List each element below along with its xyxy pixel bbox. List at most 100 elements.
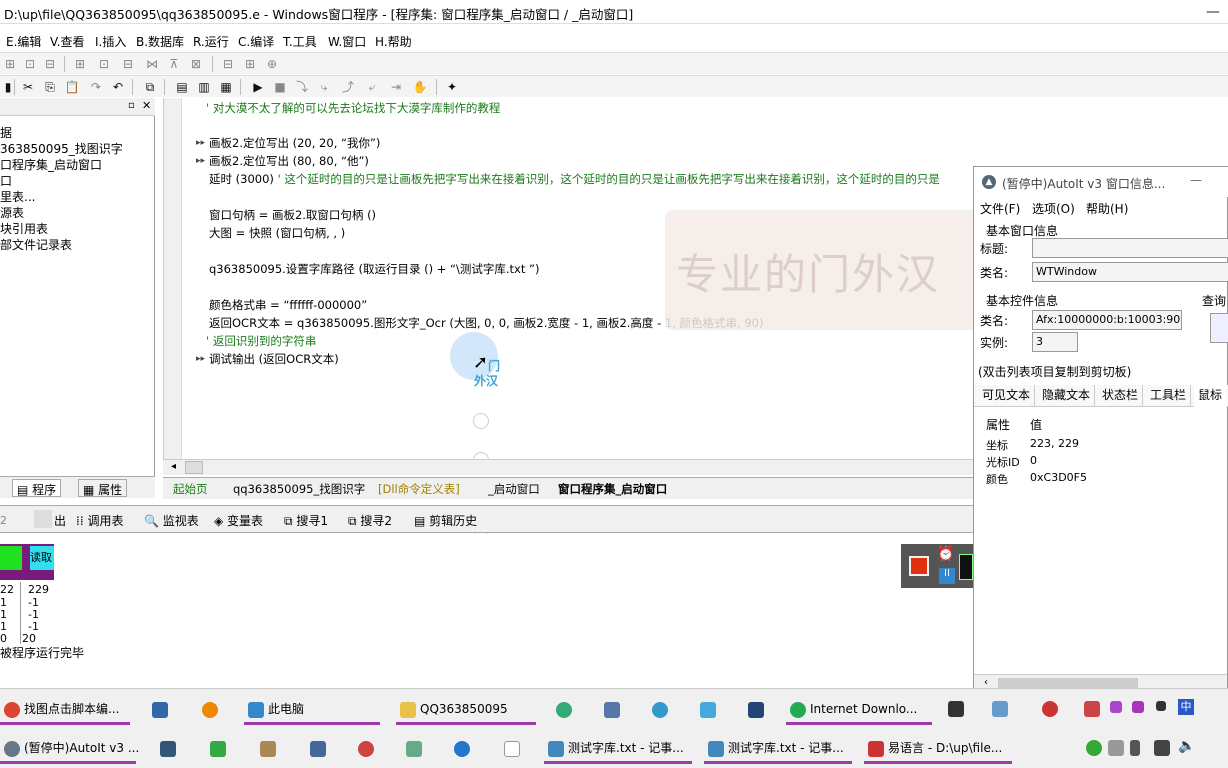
paste-icon[interactable]: 📋 (64, 79, 80, 95)
tab-start-page[interactable]: 起始页 (173, 481, 208, 497)
step-icon[interactable]: ⤵ (294, 79, 310, 95)
tray-app-icon[interactable] (1132, 701, 1144, 713)
layout-2-icon[interactable]: ▥ (196, 79, 212, 95)
scroll-left-icon[interactable]: ◂ (171, 461, 176, 472)
prop-key[interactable]: 坐标 (986, 437, 1008, 453)
expand-arrow-icon[interactable]: ▸▸ (196, 138, 205, 148)
tab-statusbar[interactable]: 状态栏 (1098, 385, 1144, 407)
menu-edit[interactable]: E.编辑 (6, 33, 41, 50)
tab-startup-window[interactable]: _启动窗口 (488, 481, 540, 497)
run-icon[interactable]: ▶ (250, 79, 266, 95)
tab-program-set[interactable]: 窗口程序集_启动窗口 (558, 481, 667, 497)
align-top-icon[interactable]: ⊞ (72, 56, 88, 72)
step-into-icon[interactable]: ⤷ (316, 79, 332, 95)
prop-key[interactable]: 光标ID (986, 454, 1020, 470)
scroll-left-icon[interactable]: ‹ (984, 677, 988, 688)
taskbar-item[interactable]: 测试字库.txt - 记事... (704, 736, 852, 764)
menu-window[interactable]: W.窗口 (328, 33, 366, 50)
volume-icon[interactable]: 🔈 (1178, 738, 1195, 754)
step-over-icon[interactable]: ⤴ (340, 79, 356, 95)
prop-value[interactable]: 0xC3D0F5 (1030, 471, 1087, 484)
class-field[interactable]: WTWindow (1032, 262, 1228, 282)
breakpoint-icon[interactable]: ✦ (444, 79, 460, 95)
tray-app-icon[interactable] (1130, 740, 1140, 756)
taskbar-item[interactable] (648, 697, 672, 725)
instance-field[interactable]: 3 (1032, 332, 1078, 352)
tab-properties[interactable]: ▦ 属性 (78, 479, 128, 497)
tray-app-icon[interactable] (992, 701, 1008, 717)
prop-key[interactable]: 颜色 (986, 471, 1008, 487)
step-out-icon[interactable]: ⤶ (364, 79, 380, 95)
tree-item[interactable]: 363850095_找图识字 (0, 140, 123, 157)
same-width-icon[interactable]: ⊠ (188, 56, 204, 72)
align-bottom-icon[interactable]: ⊟ (120, 56, 136, 72)
tab-output[interactable]: 出 (54, 512, 66, 529)
taskbar-item[interactable]: QQ363850095 (396, 697, 536, 725)
align-middle-icon[interactable]: ⊡ (96, 56, 112, 72)
tab-toolbar[interactable]: 工具栏 (1146, 385, 1192, 407)
menu-database[interactable]: B.数据库 (136, 33, 184, 50)
autoit-menu-help[interactable]: 帮助(H) (1086, 200, 1128, 217)
tree-item[interactable]: 口程序集_启动窗口 (0, 156, 102, 173)
title-field[interactable] (1032, 238, 1228, 258)
space-vertical-icon[interactable]: ⊼ (166, 56, 182, 72)
taskbar-item[interactable]: (暂停中)AutoIt v3 ... (0, 736, 139, 764)
tree-item[interactable]: 块引用表 (0, 220, 48, 237)
cut-icon[interactable]: ✂ (20, 79, 36, 95)
scroll-thumb[interactable] (185, 461, 203, 474)
tray-record-icon[interactable] (1042, 701, 1058, 717)
taskbar-item[interactable] (198, 697, 222, 725)
autoit-minimize-button[interactable]: — (1190, 173, 1202, 187)
taskbar-item[interactable] (696, 697, 720, 725)
autoit-menu-options[interactable]: 选项(O) (1032, 200, 1075, 217)
tab-module[interactable]: qq363850095_找图识字 (233, 481, 365, 497)
taskbar-item[interactable]: 此电脑 (244, 697, 380, 725)
taskbar-item[interactable] (600, 697, 624, 725)
undo-icon[interactable]: ↶ (110, 79, 126, 95)
tab-hidden-text[interactable]: 隐藏文本 (1038, 385, 1096, 407)
align-center-icon[interactable]: ⊡ (22, 56, 38, 72)
taskbar-item[interactable] (450, 736, 474, 764)
taskbar-item[interactable] (744, 697, 768, 725)
tab-call-stack[interactable]: ⁞⁞ 调用表 (76, 512, 123, 529)
taskbar-item[interactable] (402, 736, 426, 764)
same-height-icon[interactable]: ⊞ (242, 56, 258, 72)
menu-compile[interactable]: C.编译 (238, 33, 274, 50)
taskbar-item[interactable] (156, 736, 180, 764)
hand-icon[interactable]: ✋ (412, 79, 428, 95)
pin-icon[interactable]: ▫ (128, 100, 135, 111)
tab-search2[interactable]: ⧉ 搜寻2 (348, 512, 392, 529)
space-horizontal-icon[interactable]: ⋈ (144, 56, 160, 72)
tab-watch[interactable]: 🔍 监视表 (144, 512, 199, 529)
copy-icon[interactable]: ⎘ (42, 79, 58, 95)
taskbar-item[interactable] (256, 736, 280, 764)
tab-variables[interactable]: ◈ 变量表 (214, 512, 263, 529)
expand-arrow-icon[interactable]: ▸▸ (196, 354, 205, 364)
tree-item[interactable]: 里表... (0, 188, 35, 205)
taskbar-item[interactable] (148, 697, 172, 725)
tree-item[interactable]: 口 (0, 172, 12, 189)
output-field[interactable]: 2 (0, 514, 7, 527)
tray-app-icon[interactable] (1156, 701, 1166, 711)
tray-app-icon[interactable] (948, 701, 964, 717)
tab-visible-text[interactable]: 可见文本 (978, 385, 1036, 407)
menu-tools[interactable]: T.工具 (283, 33, 317, 50)
taskbar-item[interactable] (500, 736, 524, 764)
alarm-icon[interactable]: ⏰ (937, 546, 954, 562)
menu-help[interactable]: H.帮助 (375, 33, 412, 50)
output-button[interactable] (34, 510, 52, 528)
finder-tool-icon[interactable] (1210, 313, 1228, 343)
run-to-cursor-icon[interactable]: ⇥ (388, 79, 404, 95)
taskbar-item[interactable] (354, 736, 378, 764)
grid-icon[interactable]: ⊕ (264, 56, 280, 72)
tab-clip-history[interactable]: ▤ 剪辑历史 (414, 512, 477, 529)
ime-icon[interactable]: 中 (1178, 699, 1194, 715)
find-icon[interactable]: ⧉ (142, 79, 158, 95)
taskbar-item[interactable] (306, 736, 330, 764)
stop-icon[interactable]: ■ (272, 79, 288, 95)
tab-search1[interactable]: ⧉ 搜寻1 (284, 512, 328, 529)
autoit-menu-file[interactable]: 文件(F) (980, 200, 1020, 217)
align-right-icon[interactable]: ⊟ (42, 56, 58, 72)
tab-dll[interactable]: [Dll命令定义表] (378, 481, 460, 497)
prop-value[interactable]: 223, 229 (1030, 437, 1079, 450)
